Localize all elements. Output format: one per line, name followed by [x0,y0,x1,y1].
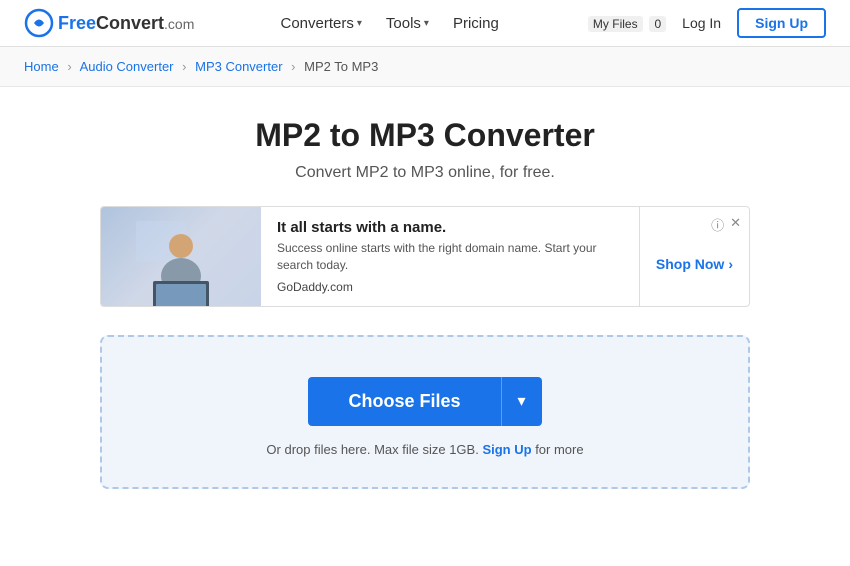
logo-convert: Convert [96,13,164,33]
converters-chevron-icon: ▾ [357,18,362,29]
main-content: MP2 to MP3 Converter Convert MP2 to MP3 … [0,87,850,509]
breadcrumb-audio-converter[interactable]: Audio Converter [80,59,174,74]
my-files-count: 0 [649,16,666,32]
breadcrumb-home[interactable]: Home [24,59,59,74]
logo[interactable]: FreeConvert.com [24,8,194,38]
ad-shop-arrow-icon: › [728,256,733,272]
signup-button[interactable]: Sign Up [737,8,826,38]
ad-shop-now-label: Shop Now [656,256,724,272]
nav-pricing-label: Pricing [453,15,499,32]
ad-description: Success online starts with the right dom… [277,240,623,274]
breadcrumb-current: MP2 To MP3 [304,59,378,74]
nav-converters[interactable]: Converters ▾ [281,15,362,32]
my-files-link[interactable]: My Files 0 [585,15,666,31]
tools-chevron-icon: ▾ [424,18,429,29]
main-nav: Converters ▾ Tools ▾ Pricing [281,15,499,32]
ad-brand: GoDaddy.com [277,280,623,294]
breadcrumb: Home › Audio Converter › MP3 Converter ›… [0,47,850,87]
ad-shop-now-button[interactable]: Shop Now › [656,256,733,272]
choose-files-row: Choose Files ▾ [122,377,728,426]
drop-info: Or drop files here. Max file size 1GB. S… [122,442,728,457]
nav-pricing[interactable]: Pricing [453,15,499,32]
header-right: My Files 0 Log In Sign Up [585,8,826,38]
ad-banner: It all starts with a name. Success onlin… [100,206,750,307]
drop-zone-signup-link[interactable]: Sign Up [482,442,531,457]
header: FreeConvert.com Converters ▾ Tools ▾ Pri… [0,0,850,47]
login-button[interactable]: Log In [682,15,721,31]
breadcrumb-sep-3: › [291,59,295,74]
my-files-label: My Files [588,16,643,32]
logo-text: FreeConvert.com [58,13,194,34]
logo-icon [24,8,54,38]
ad-content: It all starts with a name. Success onlin… [261,207,639,306]
ad-image [101,207,261,306]
breadcrumb-sep-1: › [67,59,71,74]
nav-tools[interactable]: Tools ▾ [386,15,429,32]
drop-info-text: Or drop files here. Max file size 1GB. [266,442,478,457]
breadcrumb-mp3-converter[interactable]: MP3 Converter [195,59,282,74]
page-subtitle: Convert MP2 to MP3 online, for free. [24,164,826,182]
logo-domain: .com [164,16,194,32]
ad-info-icon[interactable]: ⓘ [711,215,724,234]
dropdown-chevron-icon: ▾ [518,393,526,410]
nav-tools-label: Tools [386,15,421,32]
ad-person-illustration [131,216,231,306]
logo-free: Free [58,13,96,33]
page-title: MP2 to MP3 Converter [24,117,826,154]
ad-top-icons: ⓘ ✕ [711,215,741,234]
breadcrumb-sep-2: › [182,59,186,74]
choose-files-button[interactable]: Choose Files [308,377,500,426]
choose-files-dropdown-button[interactable]: ▾ [501,377,542,426]
drop-suffix-text: for more [535,442,583,457]
ad-title: It all starts with a name. [277,219,623,236]
drop-zone[interactable]: Choose Files ▾ Or drop files here. Max f… [100,335,750,489]
nav-converters-label: Converters [281,15,354,32]
ad-close-icon[interactable]: ✕ [730,215,741,234]
ad-right: ⓘ ✕ Shop Now › [639,207,749,306]
